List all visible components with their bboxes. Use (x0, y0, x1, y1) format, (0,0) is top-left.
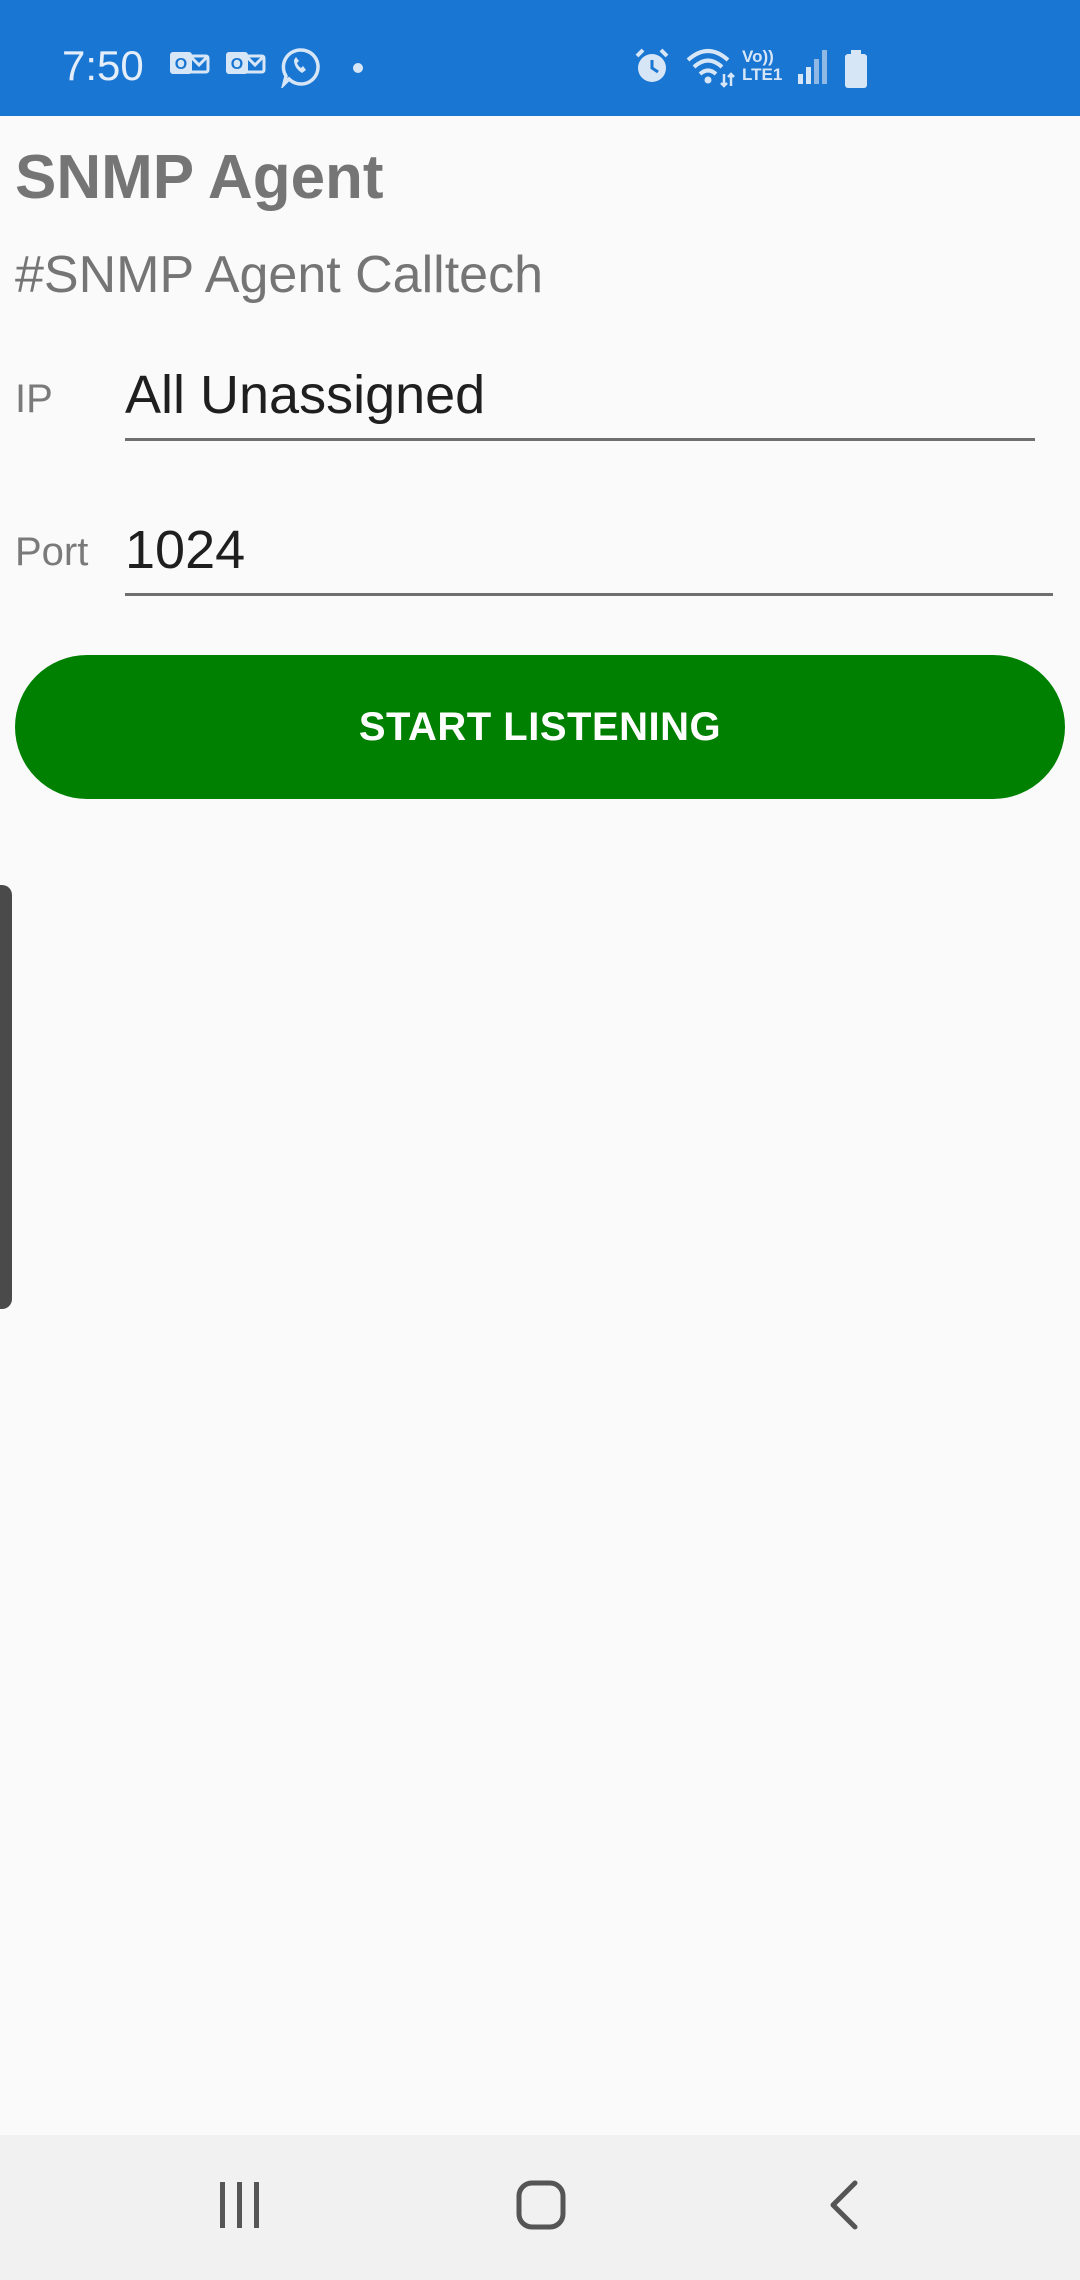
outlook-icon: O (224, 46, 266, 82)
status-bar: 7:50 O O Vo)) LTE1 (0, 0, 1080, 116)
alarm-icon (632, 46, 672, 86)
volte-icon: Vo)) LTE1 (742, 48, 792, 84)
port-input[interactable] (125, 515, 1053, 596)
outlook-icon: O (168, 46, 210, 82)
home-button[interactable] (481, 2165, 601, 2249)
navigation-bar (0, 2135, 1080, 2280)
status-time: 7:50 (62, 42, 144, 89)
home-icon (516, 2180, 566, 2235)
back-button[interactable] (784, 2165, 904, 2249)
ip-label: IP (15, 377, 53, 421)
ip-input[interactable] (125, 360, 1035, 441)
start-listening-button[interactable]: START LISTENING (15, 655, 1065, 799)
volte-text-top: Vo)) (742, 47, 774, 66)
recent-apps-button[interactable] (180, 2165, 300, 2249)
edge-panel-handle[interactable] (0, 885, 12, 1309)
back-icon (827, 2180, 861, 2235)
wifi-icon (684, 46, 736, 88)
svg-text:O: O (175, 56, 187, 73)
port-label: Port (15, 530, 89, 574)
svg-text:O: O (231, 56, 243, 73)
app-subtitle: #SNMP Agent Calltech (15, 246, 543, 304)
battery-icon (844, 50, 868, 88)
dot-icon (352, 62, 364, 74)
recent-apps-icon (216, 2180, 264, 2235)
whatsapp-icon (280, 46, 322, 88)
signal-icon (796, 46, 830, 86)
app-title: SNMP Agent (15, 143, 384, 212)
volte-text-bottom: LTE1 (742, 65, 783, 84)
